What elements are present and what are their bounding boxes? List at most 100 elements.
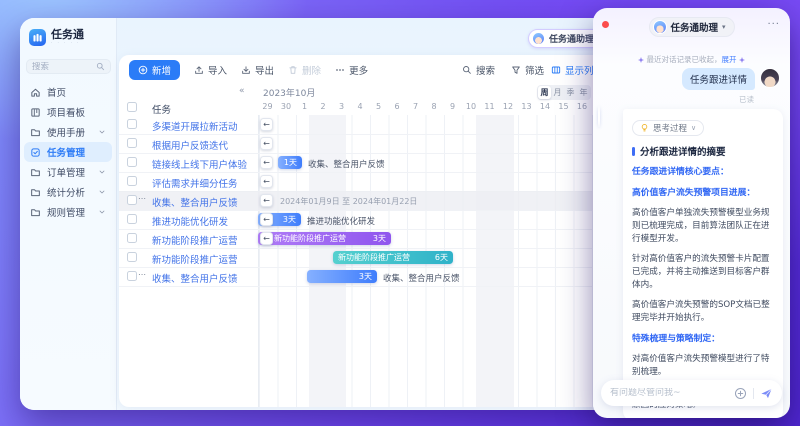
assistant-subhead: 特殊梳理与策略制定： (632, 333, 774, 346)
gantt-bar[interactable]: 新功能阶段推广运营6天 (333, 251, 453, 264)
scroll-to-bar-button[interactable]: ← (260, 175, 273, 188)
assistant-title: 分析跟进详情的摘要 (632, 144, 774, 158)
assistant-entry-button[interactable]: 任务通助理 (528, 29, 603, 48)
row-checkbox[interactable] (127, 252, 137, 262)
folder-icon (30, 167, 41, 178)
date-label: 30 (277, 102, 296, 111)
ellipsis-icon (335, 65, 345, 75)
row-checkbox[interactable] (127, 138, 137, 148)
task-name-link[interactable]: 收集、整合用户反馈 (152, 195, 238, 209)
columns-button[interactable]: 显示列 (551, 63, 594, 77)
gantt-bar-suffix-label: 推进功能优化研发 (307, 215, 375, 227)
sidebar-item-2[interactable]: 项目看板 (24, 102, 112, 122)
panel-more-button[interactable]: ... (767, 16, 780, 27)
scroll-to-bar-button[interactable]: ← (260, 194, 273, 207)
thinking-process-toggle[interactable]: 思考过程 ∨ (632, 120, 704, 136)
row-checkbox[interactable] (127, 176, 137, 186)
scroll-to-bar-button[interactable]: ← (260, 156, 273, 169)
sidebar-item-label: 使用手册 (47, 125, 92, 139)
date-label: 29 (258, 102, 277, 111)
export-icon (241, 65, 251, 75)
task-name-link[interactable]: 根据用户反馈迭代 (152, 138, 228, 152)
assistant-input-bar (601, 380, 782, 406)
sidebar-item-1[interactable]: 首页 (24, 82, 112, 102)
assistant-para: 高价值客户单独流失预警模型业务规则已梳理完成，目前算法团队正在进行模型开发。 (632, 207, 774, 246)
task-name-link[interactable]: 新功能阶段推广运营 (152, 252, 238, 266)
close-window-dot[interactable] (602, 21, 609, 28)
scroll-to-bar-button[interactable]: ← (260, 118, 273, 131)
gantt-bar[interactable]: 1天 (278, 156, 302, 169)
row-menu-button[interactable]: ⋯ (138, 194, 147, 203)
assistant-subhead: 任务跟进详情核心要点： (632, 166, 774, 179)
assistant-avatar (652, 20, 666, 34)
collapse-list-button[interactable]: « (239, 86, 245, 96)
gantt-bar[interactable]: 3天 (307, 270, 377, 283)
gantt-bar-title: 新功能阶段推广运营 (263, 233, 373, 244)
sidebar-nav: 首页项目看板使用手册任务管理订单管理统计分析规则管理 (24, 82, 112, 222)
import-button[interactable]: 导入 (194, 63, 227, 77)
date-label: 6 (388, 102, 407, 111)
gantt-bar-title: 新功能阶段推广运营 (338, 252, 435, 263)
row-checkbox[interactable] (127, 233, 137, 243)
date-label: 12 (499, 102, 518, 111)
view-option-周[interactable]: 周 (538, 86, 551, 99)
history-collapsed-notice: 最近对话记录已收起，展开 (593, 54, 790, 65)
sparkle-icon (739, 57, 745, 63)
more-button[interactable]: 更多 (335, 63, 368, 77)
task-column-title: 任务 (152, 102, 171, 116)
task-name-link[interactable]: 推进功能优化研发 (152, 214, 228, 228)
sidebar-item-label: 任务管理 (47, 145, 106, 159)
assistant-title-pill[interactable]: 任务通助理 ▾ (648, 17, 734, 37)
send-button[interactable] (760, 387, 773, 400)
search-input[interactable] (32, 62, 96, 72)
scroll-to-bar-button[interactable]: ← (260, 137, 273, 150)
date-label: 11 (480, 102, 499, 111)
assistant-input[interactable] (610, 388, 728, 398)
assistant-subhead: 高价值客户流失预警项目进展： (632, 187, 774, 200)
row-checkbox[interactable] (127, 271, 137, 281)
assistant-title: 任务通助理 (670, 20, 718, 34)
view-option-季[interactable]: 季 (564, 86, 577, 99)
row-checkbox[interactable] (127, 119, 137, 129)
plus-circle-icon (734, 387, 747, 400)
kanban-icon (30, 107, 41, 118)
task-name-link[interactable]: 收集、整合用户反馈 (152, 271, 238, 285)
task-name-link[interactable]: 评估需求并细分任务 (152, 176, 238, 190)
delete-button[interactable]: 删除 (288, 63, 321, 77)
date-label: 4 (351, 102, 370, 111)
filter-button[interactable]: 筛选 (511, 63, 544, 77)
row-checkbox[interactable] (127, 214, 137, 224)
chevron-down-icon (98, 208, 106, 216)
app-logo-icon (29, 29, 46, 46)
row-checkbox[interactable] (127, 195, 137, 205)
view-option-月[interactable]: 月 (551, 86, 564, 99)
task-name-link[interactable]: 链接线上线下用户体验 (152, 157, 247, 171)
task-name-link[interactable]: 新功能阶段推广运营 (152, 233, 238, 247)
date-label: 5 (369, 102, 388, 111)
task-name-link[interactable]: 多渠道开展拉新活动 (152, 119, 238, 133)
add-button[interactable]: 新增 (129, 60, 180, 80)
chevron-down-icon: ▾ (722, 23, 726, 31)
sidebar-search[interactable] (26, 59, 111, 74)
sidebar-item-5[interactable]: 订单管理 (24, 162, 112, 182)
sidebar-item-3[interactable]: 使用手册 (24, 122, 112, 142)
scroll-to-bar-button[interactable]: ← (260, 213, 273, 226)
assistant-message-row (598, 107, 600, 126)
sidebar-item-6[interactable]: 统计分析 (24, 182, 112, 202)
search-button[interactable]: 搜索 (462, 63, 495, 77)
scroll-to-bar-button[interactable]: ← (260, 232, 273, 245)
date-label: 15 (554, 102, 573, 111)
select-all-checkbox[interactable] (127, 102, 137, 112)
gantt-bar-duration: 6天 (435, 252, 448, 263)
attach-button[interactable] (734, 387, 747, 400)
row-checkbox[interactable] (127, 157, 137, 167)
assistant-para: 针对高价值客户的流失预警卡片配置已完成，并将主动推送到目标客户群体内。 (632, 253, 774, 292)
row-menu-button[interactable]: ⋯ (138, 270, 147, 279)
gantt-bar[interactable]: 新功能阶段推广运营3天 (258, 232, 391, 245)
send-icon (760, 387, 773, 400)
sidebar-item-7[interactable]: 规则管理 (24, 202, 112, 222)
export-button[interactable]: 导出 (241, 63, 274, 77)
sidebar-item-4[interactable]: 任务管理 (24, 142, 112, 162)
expand-history-link[interactable]: 展开 (722, 55, 737, 64)
view-option-年[interactable]: 年 (577, 86, 590, 99)
